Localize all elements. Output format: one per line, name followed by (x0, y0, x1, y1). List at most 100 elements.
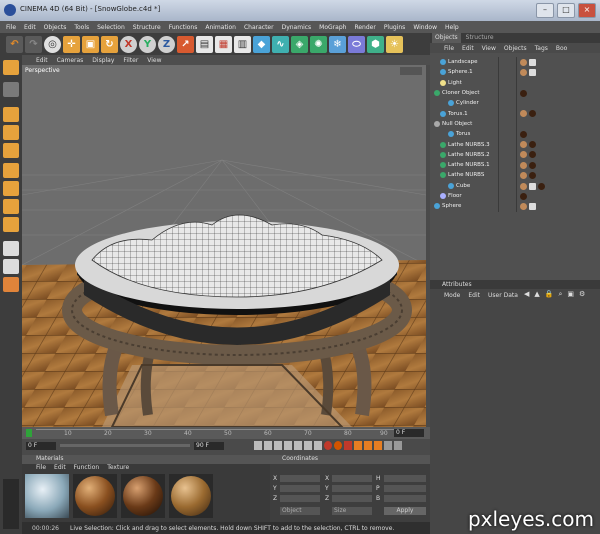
menu-render[interactable]: Render (354, 24, 375, 31)
lock-icon[interactable]: 🔒 (545, 290, 554, 299)
menu-window[interactable]: Window (413, 24, 437, 31)
cube-object-icon[interactable]: ◆ (253, 35, 270, 53)
material-tag-icon[interactable] (520, 172, 527, 179)
object-row[interactable]: Light (430, 78, 600, 88)
object-row[interactable]: Torus.1 (430, 109, 600, 119)
size-x-field[interactable] (332, 475, 372, 482)
uv-polygons-icon[interactable] (3, 181, 19, 196)
position-z-field[interactable] (280, 495, 320, 502)
menu-dynamics[interactable]: Dynamics (282, 24, 312, 31)
objects-menu-file[interactable]: File (444, 45, 454, 52)
material-swatch[interactable] (121, 474, 165, 518)
move-icon[interactable]: ✛ (63, 35, 80, 53)
texture-tag-icon[interactable] (529, 69, 536, 76)
material-tag-icon[interactable] (529, 162, 536, 169)
back-arrow-icon[interactable]: ◀ (524, 290, 529, 299)
menu-mograph[interactable]: MoGraph (319, 24, 346, 31)
materials-menu-edit[interactable]: Edit (54, 464, 66, 471)
up-arrow-icon[interactable]: ▲ (534, 290, 539, 299)
menu-functions[interactable]: Functions (169, 24, 198, 31)
last-frame-icon[interactable] (314, 441, 322, 450)
grid-icon[interactable] (3, 259, 19, 274)
material-tag-icon[interactable] (529, 151, 536, 158)
objects-menu-tags[interactable]: Tags (535, 45, 548, 52)
record-icon[interactable] (324, 441, 332, 450)
maximize-button[interactable]: □ (557, 3, 575, 18)
size-y-field[interactable] (332, 485, 372, 492)
autokey-icon[interactable] (334, 441, 342, 450)
render-picture-viewer-icon[interactable]: ▦ (215, 35, 232, 53)
x-axis-icon[interactable]: X (120, 35, 137, 53)
texture-mode-icon[interactable] (3, 199, 19, 214)
tab-objects[interactable]: Objects (432, 33, 461, 43)
object-row[interactable]: Lathe NURBS.1 (430, 160, 600, 170)
size-mode-select[interactable]: Size (332, 507, 372, 515)
viewport-menu-display[interactable]: Display (92, 57, 114, 64)
scale-icon[interactable]: ▣ (82, 35, 99, 53)
materials-menu-file[interactable]: File (36, 464, 46, 471)
points-mode-icon[interactable] (3, 107, 19, 122)
settings-icon[interactable]: ⚙ (579, 290, 585, 299)
scale-key-icon[interactable] (364, 441, 372, 450)
object-row[interactable]: Cube (430, 181, 600, 191)
y-axis-icon[interactable]: Y (139, 35, 156, 53)
start-frame-field[interactable]: 0 F (26, 442, 56, 450)
menu-file[interactable]: File (6, 24, 16, 31)
edges-mode-icon[interactable] (3, 125, 19, 140)
rotation-h-field[interactable] (384, 475, 426, 482)
material-tag-icon[interactable] (520, 203, 527, 210)
deformer-icon[interactable]: ❄ (329, 35, 346, 53)
play-icon[interactable] (284, 441, 292, 450)
object-row[interactable]: Cloner Object (430, 88, 600, 98)
rotation-p-field[interactable] (384, 485, 426, 492)
menu-selection[interactable]: Selection (97, 24, 125, 31)
workplane-icon[interactable] (3, 277, 19, 292)
texture-tag-icon[interactable] (529, 183, 536, 190)
menu-tools[interactable]: Tools (74, 24, 89, 31)
material-tag-icon[interactable] (529, 172, 536, 179)
materials-menu-texture[interactable]: Texture (107, 464, 129, 471)
material-tag-icon[interactable] (529, 110, 536, 117)
render-view-icon[interactable]: ▤ (196, 35, 213, 53)
material-swatch[interactable] (73, 474, 117, 518)
object-row[interactable]: Sphere.1 (430, 67, 600, 77)
viewport-menu-cameras[interactable]: Cameras (57, 57, 84, 64)
nurbs-icon[interactable]: ◈ (291, 35, 308, 53)
object-axis-icon[interactable] (3, 217, 19, 232)
make-editable-icon[interactable] (3, 60, 19, 75)
render-settings-icon[interactable]: ▥ (234, 35, 251, 53)
end-frame-field[interactable]: 90 F (194, 442, 224, 450)
material-tag-icon[interactable] (529, 141, 536, 148)
material-tag-icon[interactable] (520, 141, 527, 148)
menu-help[interactable]: Help (445, 24, 459, 31)
checker-icon[interactable] (3, 241, 19, 256)
apply-button[interactable]: Apply (384, 507, 426, 515)
scene-icon[interactable]: ⬭ (348, 35, 365, 53)
position-key-icon[interactable] (354, 441, 362, 450)
param-key-icon[interactable] (384, 441, 392, 450)
keyframe-selection-icon[interactable] (344, 441, 352, 450)
objects-menu-view[interactable]: View (482, 45, 496, 52)
material-tag-icon[interactable] (520, 131, 527, 138)
attributes-menu-edit[interactable]: Edit (468, 292, 480, 299)
prev-key-icon[interactable] (264, 441, 272, 450)
rotation-b-field[interactable] (384, 495, 426, 502)
undo-icon[interactable]: ↶ (6, 35, 23, 53)
menu-objects[interactable]: Objects (44, 24, 67, 31)
polygons-mode-icon[interactable] (3, 143, 19, 158)
search-icon[interactable]: ⌕ (559, 290, 563, 299)
pla-key-icon[interactable] (394, 441, 402, 450)
uv-points-icon[interactable] (3, 163, 19, 178)
material-tag-icon[interactable] (520, 162, 527, 169)
redo-icon[interactable]: ↷ (25, 35, 42, 53)
material-tag-icon[interactable] (538, 183, 545, 190)
model-mode-icon[interactable] (3, 82, 19, 97)
object-row[interactable]: Lathe NURBS (430, 170, 600, 180)
viewport-nav-icons[interactable] (400, 67, 422, 75)
menu-character[interactable]: Character (244, 24, 274, 31)
coord-mode-select[interactable]: Object (280, 507, 320, 515)
object-row[interactable]: Floor (430, 191, 600, 201)
objects-menu-edit[interactable]: Edit (462, 45, 474, 52)
position-y-field[interactable] (280, 485, 320, 492)
perspective-viewport[interactable]: Perspective (22, 65, 426, 427)
